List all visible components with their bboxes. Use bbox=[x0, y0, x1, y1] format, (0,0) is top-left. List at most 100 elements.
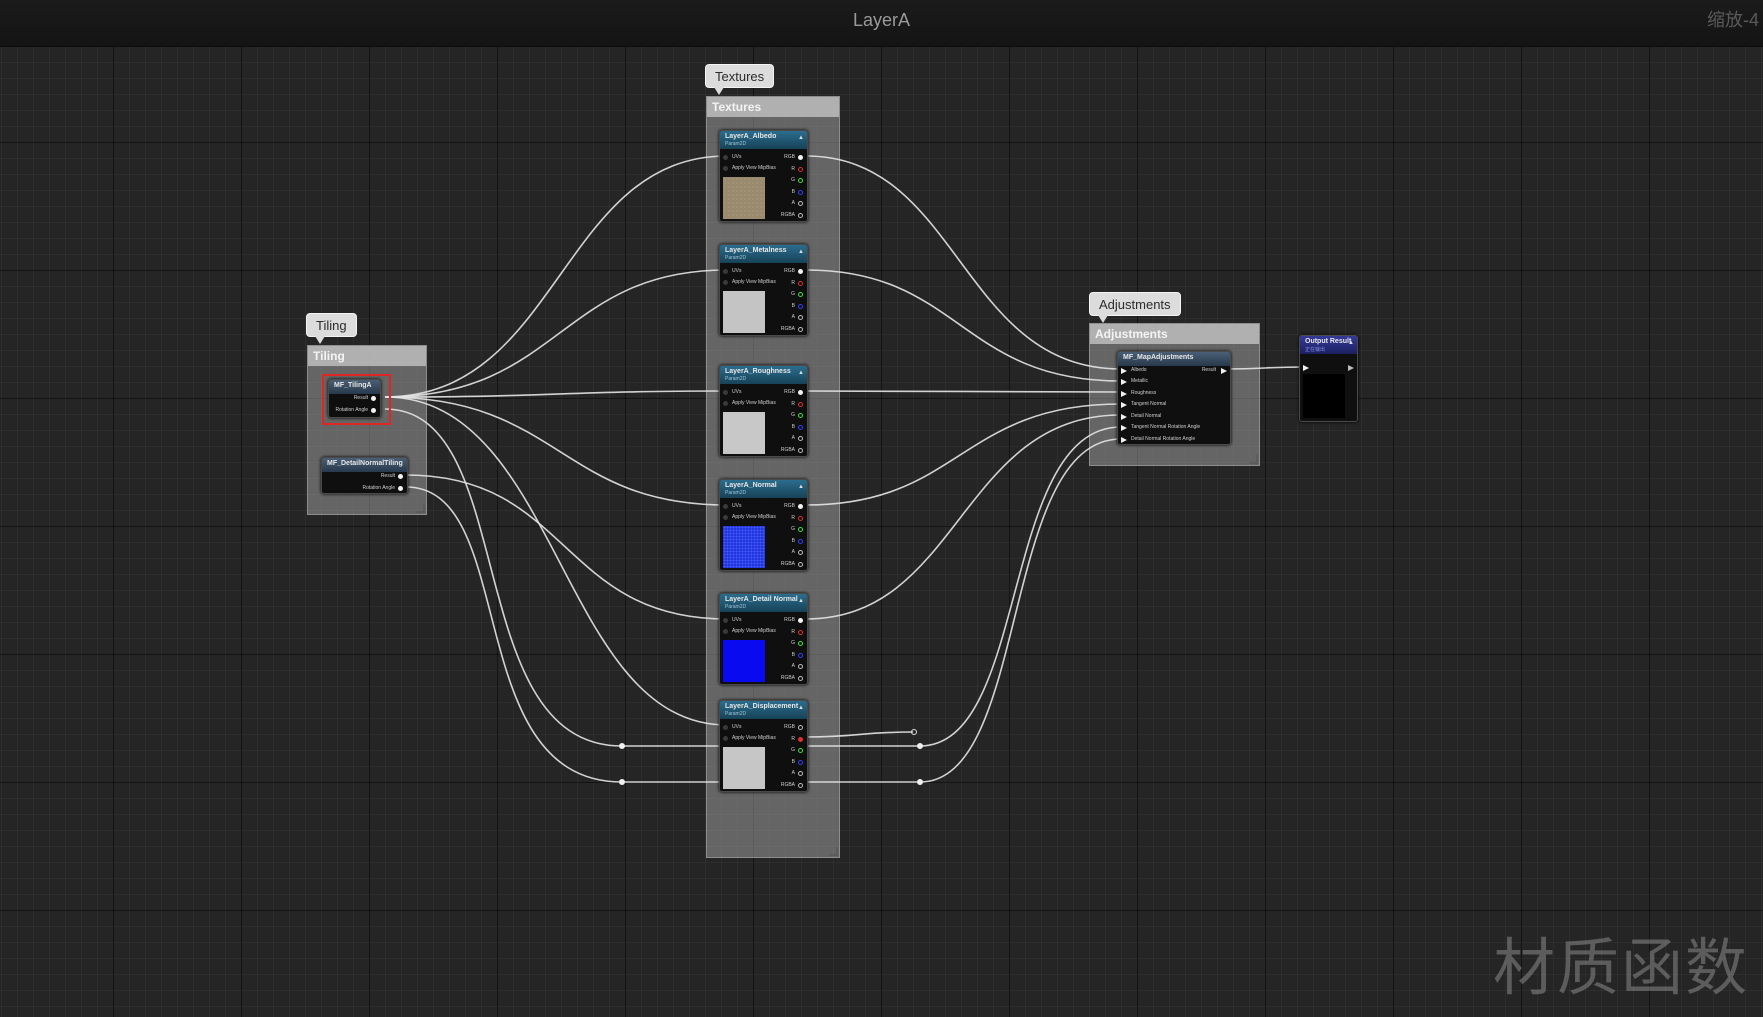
output-pin-g[interactable] bbox=[798, 292, 803, 297]
input-pin[interactable] bbox=[723, 629, 728, 634]
output-pin-g[interactable] bbox=[798, 178, 803, 183]
node-mf-mapadjustments[interactable]: MF_MapAdjustments Albedo Metallic Roughn… bbox=[1117, 351, 1231, 445]
output-pin-b[interactable] bbox=[798, 653, 803, 658]
pin-label-rotation: Rotation Angle bbox=[362, 485, 395, 491]
collapse-caret-icon[interactable]: ▲ bbox=[798, 135, 804, 141]
wire bbox=[384, 269, 728, 398]
pin-label-uvs: UVs bbox=[732, 268, 742, 274]
input-arrow-icon[interactable] bbox=[1121, 414, 1127, 420]
input-pin[interactable] bbox=[723, 618, 728, 623]
wire bbox=[405, 474, 728, 620]
pin-label-a: A bbox=[791, 435, 795, 441]
output-arrow-icon[interactable] bbox=[1221, 368, 1227, 374]
node-layera-detail-normal[interactable]: LayerA_Detail Normal Param2D ▲ UVs Apply V… bbox=[719, 593, 808, 685]
node-layera-normal[interactable]: LayerA_Normal Param2D ▲ UVs Apply View Mip… bbox=[719, 479, 808, 571]
node-layera-displacement[interactable]: LayerA_Displacement Param2D ▲ UVs Apply Vi… bbox=[719, 700, 808, 792]
node-layera-albedo[interactable]: LayerA_Albedo Param2D ▲ UVs Apply View Mip… bbox=[719, 130, 808, 222]
node-output-result[interactable]: Output Result 正在输出 ▲ bbox=[1299, 335, 1358, 422]
output-pin-a[interactable] bbox=[798, 771, 803, 776]
pin-label-a: A bbox=[791, 314, 795, 320]
input-pin[interactable] bbox=[723, 390, 728, 395]
output-pin-rgba[interactable] bbox=[798, 448, 803, 453]
node-layera-metalness[interactable]: LayerA_Metalness Param2D ▲ UVs Apply View … bbox=[719, 244, 808, 336]
output-pin-rgba[interactable] bbox=[798, 213, 803, 218]
reroute-node bbox=[619, 743, 625, 749]
output-pin-g[interactable] bbox=[798, 413, 803, 418]
pin-label-r: R bbox=[791, 629, 795, 635]
input-pin[interactable] bbox=[723, 736, 728, 741]
output-pin-a[interactable] bbox=[798, 315, 803, 320]
input-pin[interactable] bbox=[723, 155, 728, 160]
node-title: Output Result bbox=[1305, 338, 1352, 345]
input-pin[interactable] bbox=[723, 166, 728, 171]
output-pin-b[interactable] bbox=[798, 190, 803, 195]
output-pin-rgb[interactable] bbox=[798, 618, 803, 623]
output-pin-r[interactable] bbox=[798, 167, 803, 172]
output-pin-a[interactable] bbox=[798, 550, 803, 555]
input-arrow-icon[interactable] bbox=[1303, 365, 1309, 371]
output-pin[interactable] bbox=[398, 474, 403, 479]
output-pin-rgba[interactable] bbox=[798, 562, 803, 567]
texture-preview bbox=[723, 291, 765, 333]
output-pin-r[interactable] bbox=[798, 402, 803, 407]
input-arrow-icon[interactable] bbox=[1121, 368, 1127, 374]
output-pin-b[interactable] bbox=[798, 539, 803, 544]
output-pin-g[interactable] bbox=[798, 527, 803, 532]
input-pin[interactable] bbox=[723, 269, 728, 274]
input-arrow-icon[interactable] bbox=[1121, 391, 1127, 397]
input-pin[interactable] bbox=[723, 280, 728, 285]
collapse-caret-icon[interactable]: ▲ bbox=[798, 705, 804, 711]
input-pin[interactable] bbox=[723, 504, 728, 509]
node-layera-roughness[interactable]: LayerA_Roughness Param2D ▲ UVs Apply View … bbox=[719, 365, 808, 457]
output-pin-g[interactable] bbox=[798, 748, 803, 753]
texture-preview bbox=[723, 177, 765, 219]
output-pin-rgba[interactable] bbox=[798, 676, 803, 681]
output-pin-r[interactable] bbox=[798, 630, 803, 635]
output-pin-r[interactable] bbox=[798, 516, 803, 521]
output-pin-a[interactable] bbox=[798, 664, 803, 669]
output-pin-a[interactable] bbox=[798, 436, 803, 441]
pin-label-g: G bbox=[791, 747, 795, 753]
output-pin-rgb[interactable] bbox=[798, 155, 803, 160]
input-arrow-icon[interactable] bbox=[1121, 425, 1127, 431]
input-pin[interactable] bbox=[723, 725, 728, 730]
collapse-caret-icon[interactable]: ▲ bbox=[798, 249, 804, 255]
collapse-caret-icon[interactable]: ▲ bbox=[1348, 340, 1354, 346]
wire bbox=[805, 269, 1122, 382]
pin-label-uvs: UVs bbox=[732, 503, 742, 509]
node-subtitle: Param2D bbox=[725, 490, 747, 496]
input-arrow-icon[interactable] bbox=[1121, 437, 1127, 443]
collapse-caret-icon[interactable]: ▲ bbox=[798, 370, 804, 376]
node-title: LayerA_Normal bbox=[725, 482, 777, 489]
collapse-caret-icon[interactable]: ▲ bbox=[798, 484, 804, 490]
collapse-caret-icon[interactable]: ▲ bbox=[798, 598, 804, 604]
output-pin-b[interactable] bbox=[798, 304, 803, 309]
output-pin-rgb[interactable] bbox=[798, 504, 803, 509]
wire bbox=[384, 155, 728, 398]
watermark: 材质函数 bbox=[1492, 931, 1749, 1004]
input-pin[interactable] bbox=[723, 401, 728, 406]
node-mf-detailnormaltiling[interactable]: MF_DetailNormalTiling Result Rotation An… bbox=[321, 457, 408, 494]
output-pin-b[interactable] bbox=[798, 425, 803, 430]
output-pin-b[interactable] bbox=[798, 760, 803, 765]
output-pin-r[interactable] bbox=[798, 281, 803, 286]
output-pin-rgb[interactable] bbox=[798, 269, 803, 274]
input-arrow-icon[interactable] bbox=[1121, 402, 1127, 408]
input-pin[interactable] bbox=[723, 515, 728, 520]
output-arrow-icon[interactable] bbox=[1348, 365, 1354, 371]
pin-label-r: R bbox=[791, 166, 795, 172]
output-pin-rgb[interactable] bbox=[798, 390, 803, 395]
output-pin-a[interactable] bbox=[798, 201, 803, 206]
pin-label-r: R bbox=[791, 401, 795, 407]
pin-label-mip: Apply View MipBias bbox=[732, 628, 776, 634]
output-pin[interactable] bbox=[398, 486, 403, 491]
pin-label-b: B bbox=[791, 538, 795, 544]
output-pin-rgba[interactable] bbox=[798, 327, 803, 332]
output-pin-g[interactable] bbox=[798, 641, 803, 646]
output-pin-r[interactable] bbox=[798, 737, 803, 742]
input-arrow-icon[interactable] bbox=[1121, 379, 1127, 385]
output-pin-rgba[interactable] bbox=[798, 783, 803, 788]
output-pin-rgb[interactable] bbox=[798, 725, 803, 730]
pin-label-rgb: RGB bbox=[784, 503, 795, 509]
node-subtitle: Param2D bbox=[725, 604, 747, 610]
